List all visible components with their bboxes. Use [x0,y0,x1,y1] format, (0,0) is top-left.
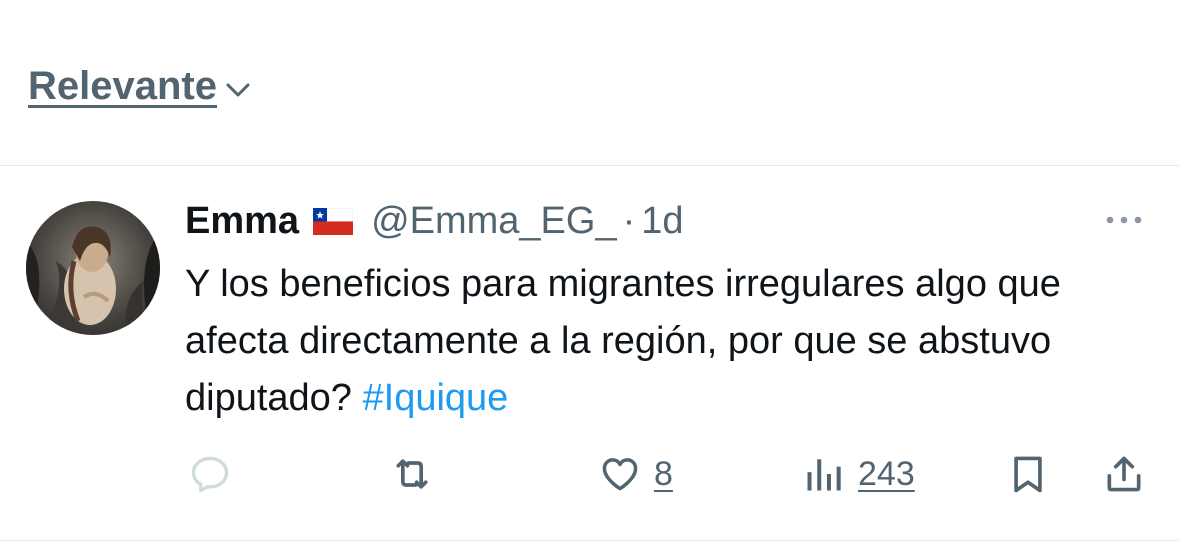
share-button[interactable] [1102,452,1146,496]
repost-icon [396,459,428,489]
views-button[interactable]: 243 [802,452,915,496]
avatar[interactable] [26,201,160,335]
reply-button[interactable] [188,452,232,496]
share-icon [1107,456,1141,492]
bookmark-icon [1014,456,1042,493]
tweet-header: Emma @Emma_EG_ · 1d [185,198,684,244]
heart-icon [602,458,638,491]
hashtag-link[interactable]: #Iquique [363,377,509,419]
tweet-body: Y los beneficios para migrantes irregula… [185,263,1061,419]
author-name[interactable]: Emma [185,198,299,244]
like-count: 8 [654,454,673,493]
analytics-icon [807,459,841,491]
divider [0,165,1179,166]
more-options-icon[interactable] [1100,208,1148,232]
author-handle[interactable]: @Emma_EG_ [371,198,617,244]
reply-icon [191,456,229,493]
view-count: 243 [858,454,915,493]
sort-dropdown[interactable]: Relevante [28,64,253,109]
avatar-image [26,201,160,335]
repost-button[interactable] [390,452,434,496]
sort-label: Relevante [28,64,217,108]
chile-flag-icon [313,207,354,235]
tweet-text: Y los beneficios para migrantes irregula… [185,256,1165,427]
like-button[interactable]: 8 [598,452,673,496]
timestamp[interactable]: 1d [641,198,683,244]
divider [0,540,1179,541]
chevron-down-icon [226,83,250,96]
separator-dot: · [622,200,636,242]
bookmark-button[interactable] [1006,452,1050,496]
